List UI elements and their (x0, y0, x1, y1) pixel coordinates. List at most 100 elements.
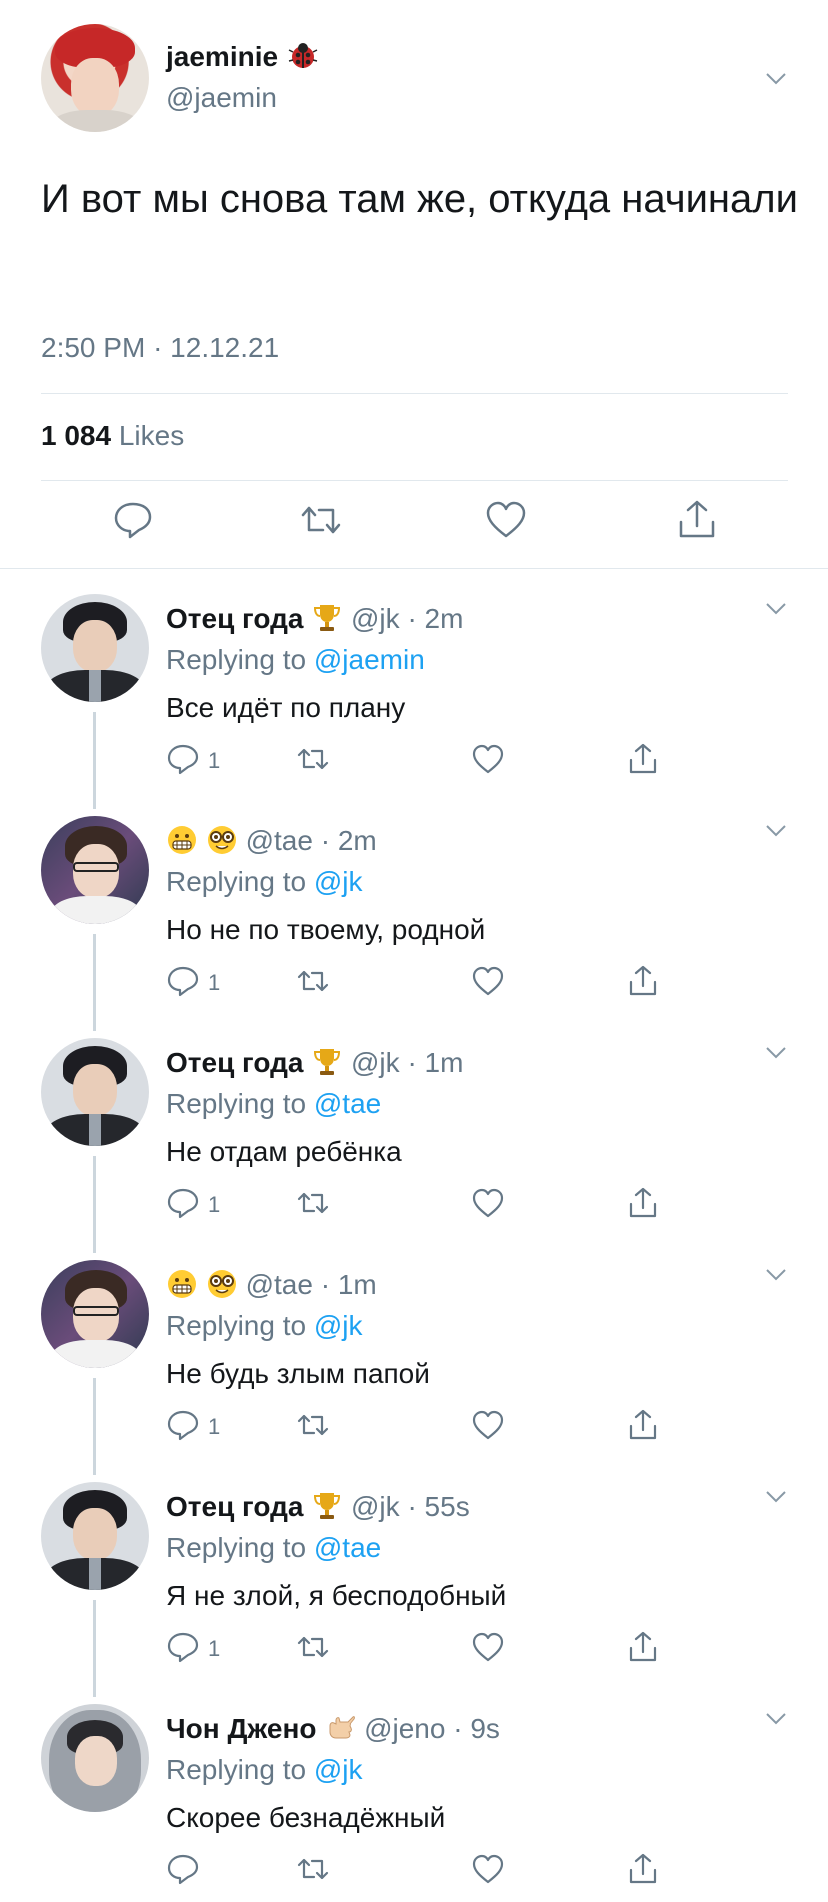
retweet-icon[interactable] (299, 498, 343, 542)
replying-to: Replying to @jk (166, 1310, 363, 1342)
nerd-face-emoji (206, 824, 238, 856)
handle[interactable]: @jk (351, 1047, 400, 1078)
reply-icon[interactable] (166, 1408, 200, 1442)
reply-action-bar: 1 (166, 1630, 706, 1670)
mention-link[interactable]: @jk (314, 866, 363, 897)
reply-tweet[interactable]: Чон Джено @jeno · 9s Replying to @jk Ско… (0, 1680, 828, 1902)
avatar-tae[interactable] (41, 816, 149, 924)
avatar-jk[interactable] (41, 1038, 149, 1146)
tweet-timestamp: 2:50 PM · 12.12.21 (41, 332, 279, 364)
share-icon[interactable] (626, 964, 660, 998)
reply-action-bar: 1 (166, 964, 706, 1004)
reply-icon[interactable] (111, 498, 155, 542)
avatar-jk[interactable] (41, 1482, 149, 1590)
reply-header: Чон Джено @jeno · 9s (166, 1712, 500, 1745)
display-name[interactable]: Отец года (166, 603, 303, 634)
like-icon[interactable] (484, 498, 528, 542)
replying-prefix: Replying to (166, 1532, 307, 1563)
avatar-jeno[interactable] (41, 1704, 149, 1812)
retweet-icon[interactable] (296, 742, 330, 776)
handle[interactable]: @jk (351, 1491, 400, 1522)
handle[interactable]: @tae (246, 825, 313, 856)
retweet-icon[interactable] (296, 1630, 330, 1664)
like-icon[interactable] (471, 1630, 505, 1664)
retweet-icon[interactable] (296, 1408, 330, 1442)
reply-icon[interactable] (166, 1186, 200, 1220)
divider (41, 393, 788, 394)
handle[interactable]: @jeno (364, 1713, 445, 1744)
replying-prefix: Replying to (166, 644, 307, 675)
trophy-emoji (311, 1046, 343, 1078)
main-display-name[interactable]: jaeminie (166, 40, 318, 73)
chevron-down-icon[interactable] (765, 72, 787, 86)
chevron-down-icon[interactable] (765, 1712, 787, 1726)
share-icon[interactable] (626, 1186, 660, 1220)
share-icon[interactable] (626, 742, 660, 776)
avatar-jk[interactable] (41, 594, 149, 702)
chevron-down-icon[interactable] (765, 1046, 787, 1060)
reply-icon[interactable] (166, 742, 200, 776)
main-action-bar (0, 498, 828, 554)
reply-tweet[interactable]: Отец года @jk · 1m Replying to @tae Не о… (0, 1014, 828, 1236)
reply-icon[interactable] (166, 1630, 200, 1664)
retweet-icon[interactable] (296, 964, 330, 998)
reply-header: @tae · 1m (166, 1268, 377, 1301)
relative-time: 9s (470, 1713, 500, 1744)
separator: · (407, 1047, 417, 1078)
handle[interactable]: @jk (351, 603, 400, 634)
reply-text: Не отдам ребёнка (166, 1136, 402, 1167)
reply-text: Но не по твоему, родной (166, 914, 486, 945)
reply-text: Я не злой, я бесподобный (166, 1580, 507, 1611)
trophy-emoji (311, 602, 343, 634)
ladybug-emoji (288, 43, 318, 68)
reply-icon[interactable] (166, 964, 200, 998)
likes-count: 1 084 (41, 420, 112, 451)
mention-link[interactable]: @jaemin (314, 644, 425, 675)
reply-tweet[interactable]: @tae · 2m Replying to @jk Но не по твоем… (0, 792, 828, 1014)
reply-tweet[interactable]: Отец года @jk · 55s Replying to @tae Я н… (0, 1458, 828, 1680)
reply-icon[interactable] (166, 1852, 200, 1886)
mention-link[interactable]: @tae (314, 1088, 381, 1119)
reply-tweet[interactable]: Отец года @jk · 2m Replying to @jaemin В… (0, 570, 828, 792)
avatar-tae[interactable] (41, 1260, 149, 1368)
grimacing-face-emoji (166, 824, 198, 856)
reply-tweet[interactable]: @tae · 1m Replying to @jk Не будь злым п… (0, 1236, 828, 1458)
relative-time: 2m (424, 603, 464, 634)
display-name[interactable]: Чон Джено (166, 1713, 317, 1744)
display-name[interactable]: Отец года (166, 1491, 303, 1522)
retweet-icon[interactable] (296, 1852, 330, 1886)
reply-action-bar (166, 1852, 706, 1892)
chevron-down-icon[interactable] (765, 602, 787, 616)
like-icon[interactable] (471, 1852, 505, 1886)
like-icon[interactable] (471, 964, 505, 998)
reply-text: Не будь злым папой (166, 1358, 430, 1389)
like-icon[interactable] (471, 742, 505, 776)
likes-stat[interactable]: 1 084 Likes (41, 420, 184, 452)
avatar-jaemin[interactable] (41, 24, 149, 132)
chevron-down-icon[interactable] (765, 1490, 787, 1504)
main-handle[interactable]: @jaemin (166, 82, 277, 114)
grimacing-face-emoji (166, 1268, 198, 1300)
share-icon[interactable] (626, 1852, 660, 1886)
mention-link[interactable]: @jk (314, 1754, 363, 1785)
mention-link[interactable]: @jk (314, 1310, 363, 1341)
retweet-icon[interactable] (296, 1186, 330, 1220)
relative-time: 55s (424, 1491, 470, 1522)
like-icon[interactable] (471, 1186, 505, 1220)
relative-time: 1m (424, 1047, 464, 1078)
display-name[interactable]: Отец года (166, 1047, 303, 1078)
share-icon[interactable] (626, 1630, 660, 1664)
replying-prefix: Replying to (166, 1754, 307, 1785)
share-icon[interactable] (675, 498, 719, 542)
reply-count: 1 (208, 1414, 221, 1439)
reply-header: Отец года @jk · 1m (166, 1046, 463, 1079)
divider (41, 480, 788, 481)
handle[interactable]: @tae (246, 1269, 313, 1300)
chevron-down-icon[interactable] (765, 824, 787, 838)
replying-prefix: Replying to (166, 1088, 307, 1119)
mention-link[interactable]: @tae (314, 1532, 381, 1563)
chevron-down-icon[interactable] (765, 1268, 787, 1282)
share-icon[interactable] (626, 1408, 660, 1442)
like-icon[interactable] (471, 1408, 505, 1442)
reply-count: 1 (208, 1636, 221, 1661)
